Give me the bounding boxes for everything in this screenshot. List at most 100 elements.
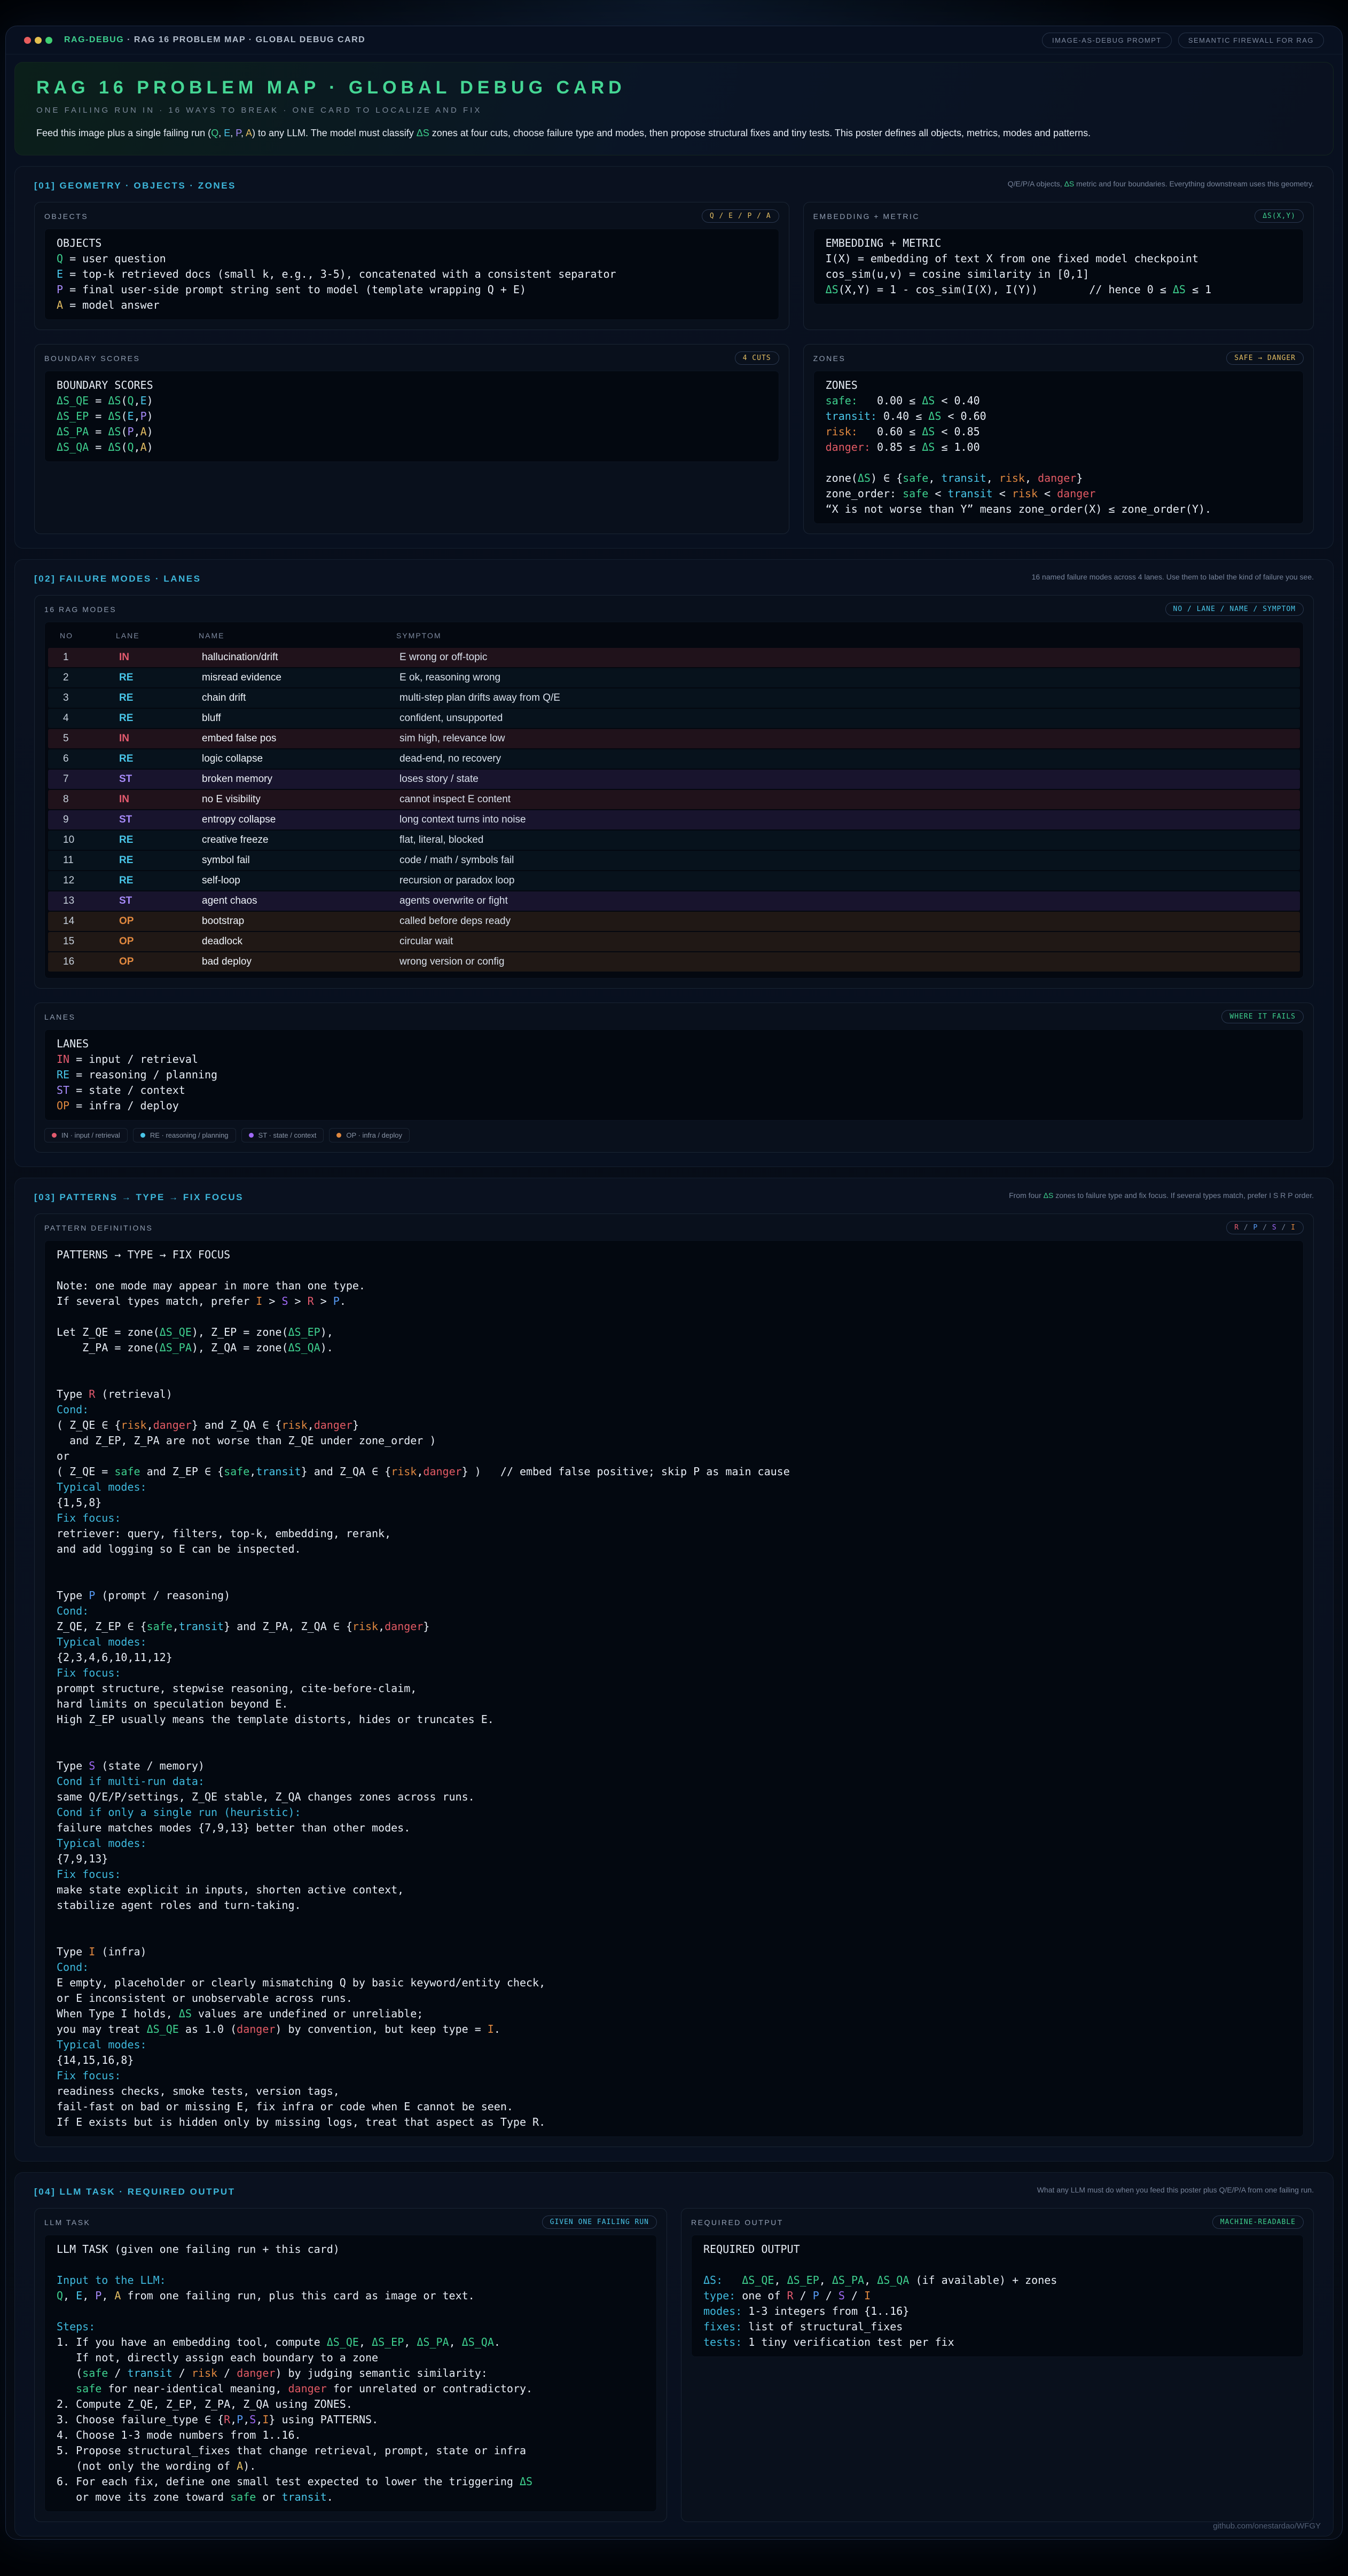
table-cell: cannot inspect E content: [399, 794, 1300, 805]
embedding-code-block: EMBEDDING + METRICI(X) = embedding of te…: [813, 229, 1304, 304]
code-line: Fix focus:: [57, 2068, 1291, 2084]
table-cell: 8: [63, 794, 119, 805]
titlebar-badges: IMAGE-AS-DEBUG PROMPT SEMANTIC FIREWALL …: [1042, 33, 1324, 48]
table-cell: agents overwrite or fight: [399, 895, 1300, 907]
card-llm-task: LLM TASK GIVEN ONE FAILING RUN LLM TASK …: [34, 2208, 667, 2522]
table-cell: 7: [63, 773, 119, 785]
lane-dot-icon: [249, 1133, 254, 1138]
table-cell: RE: [119, 692, 202, 704]
code-line: 5. Propose structural_fixes that change …: [57, 2443, 645, 2458]
code-line: E = top-k retrieved docs (small k, e.g.,…: [57, 267, 767, 282]
code-line: [57, 1309, 1291, 1325]
code-line: danger: 0.85 ≤ ΔS ≤ 1.00: [826, 440, 1291, 455]
card-rag-modes: 16 RAG MODES NO / LANE / NAME / SYMPTOM …: [34, 595, 1314, 989]
table-row-mode-2: 2REmisread evidenceE ok, reasoning wrong: [48, 668, 1300, 687]
card-lanes: LANES WHERE IT FAILS LANESIN = input / r…: [34, 1003, 1314, 1153]
card-objects: OBJECTS Q / E / P / A OBJECTSQ = user qu…: [34, 202, 789, 330]
code-line: prompt structure, stepwise reasoning, ci…: [57, 1681, 1291, 1696]
table-row-mode-1: 1INhallucination/driftE wrong or off-top…: [48, 648, 1300, 667]
code-line: and add logging so E can be inspected.: [57, 1541, 1291, 1557]
lanes-code-block: LANESIN = input / retrievalRE = reasonin…: [44, 1029, 1304, 1121]
col-header-name: NAME: [199, 631, 396, 640]
table-cell: sim high, relevance low: [399, 733, 1300, 745]
code-line: [57, 1263, 1291, 1278]
table-cell: 2: [63, 672, 119, 684]
table-cell: ST: [119, 895, 202, 907]
col-header-lane: LANE: [116, 631, 199, 640]
code-line: OBJECTS: [57, 236, 767, 251]
code-line: zone(ΔS) ∈ {safe, transit, risk, danger}: [826, 471, 1291, 486]
footer-link[interactable]: github.com/onestardao/WFGY: [1213, 2522, 1321, 2531]
close-window-icon[interactable]: [24, 37, 31, 44]
code-line: High Z_EP usually means the template dis…: [57, 1712, 1291, 1727]
titlebar: RAG-DEBUG · RAG 16 PROBLEM MAP · GLOBAL …: [6, 26, 1342, 54]
maximize-window-icon[interactable]: [45, 37, 52, 44]
code-line: ΔS_QE = ΔS(Q,E): [57, 393, 767, 409]
lane-legend: IN · input / retrievalRE · reasoning / p…: [44, 1128, 1304, 1142]
code-line: When Type I holds, ΔS values are undefin…: [57, 2006, 1291, 2022]
code-line: Fix focus:: [57, 1665, 1291, 1681]
table-cell: agent chaos: [202, 895, 399, 907]
section-llm-task-note: What any LLM must do when you feed this …: [1037, 2184, 1314, 2196]
lane-dot-icon: [336, 1133, 341, 1138]
legend-chip-re: RE · reasoning / planning: [133, 1128, 236, 1142]
table-cell: multi-step plan drifts away from Q/E: [399, 692, 1300, 704]
code-line: readiness checks, smoke tests, version t…: [57, 2084, 1291, 2099]
code-line: Typical modes:: [57, 1479, 1291, 1495]
minimize-window-icon[interactable]: [35, 37, 42, 44]
card-lanes-badge: WHERE IT FAILS: [1221, 1010, 1304, 1023]
section-llm-task-header: [04] LLM TASK · REQUIRED OUTPUT What any…: [34, 2184, 1314, 2197]
card-zones: ZONES SAFE → DANGER ZONESsafe: 0.00 ≤ ΔS…: [803, 344, 1314, 534]
code-line: OP = infra / deploy: [57, 1098, 1291, 1114]
code-line: [57, 1743, 1291, 1758]
code-line: 4. Choose 1-3 mode numbers from 1..16.: [57, 2428, 645, 2443]
card-embedding-metric: EMBEDDING + METRIC ΔS(X,Y) EMBEDDING + M…: [803, 202, 1314, 330]
code-line: risk: 0.60 ≤ ΔS < 0.85: [826, 424, 1291, 440]
code-line: If E exists but is hidden only by missin…: [57, 2115, 1291, 2130]
code-line: fail-fast on bad or missing E, fix infra…: [57, 2099, 1291, 2115]
table-row-mode-15: 15OPdeadlockcircular wait: [48, 932, 1300, 951]
table-row-mode-4: 4REbluffconfident, unsupported: [48, 709, 1300, 728]
table-cell: confident, unsupported: [399, 712, 1300, 724]
code-line: [57, 1371, 1291, 1387]
code-line: safe: 0.00 ≤ ΔS < 0.40: [826, 393, 1291, 409]
table-row-mode-14: 14OPbootstrapcalled before deps ready: [48, 912, 1300, 931]
card-boundary-badge: 4 CUTS: [735, 351, 779, 365]
section-llm-task-title: [04] LLM TASK · REQUIRED OUTPUT: [34, 2184, 236, 2197]
code-line: Cond:: [57, 1603, 1291, 1619]
table-cell: 9: [63, 814, 119, 826]
page-title: RAG 16 PROBLEM MAP · GLOBAL DEBUG CARD: [36, 77, 1312, 98]
table-cell: ST: [119, 773, 202, 785]
table-cell: misread evidence: [202, 672, 399, 684]
rag-modes-table-body: 1INhallucination/driftE wrong or off-top…: [45, 648, 1303, 972]
table-cell: OP: [119, 936, 202, 948]
code-line: ΔS_EP = ΔS(E,P): [57, 409, 767, 424]
code-line: ( Z_QE ∈ {risk,danger} and Z_QA ∈ {risk,…: [57, 1418, 1291, 1433]
table-cell: E wrong or off-topic: [399, 652, 1300, 663]
section-llm-task: [04] LLM TASK · REQUIRED OUTPUT What any…: [14, 2172, 1334, 2536]
table-cell: 11: [63, 855, 119, 866]
table-cell: 10: [63, 834, 119, 846]
legend-chip-st: ST · state / context: [241, 1128, 324, 1142]
code-line: Z_QE, Z_EP ∈ {safe,transit} and Z_PA, Z_…: [57, 1619, 1291, 1634]
badge-image-as-debug-prompt: IMAGE-AS-DEBUG PROMPT: [1042, 33, 1172, 48]
llm-task-code-block: LLM TASK (given one failing run + this c…: [44, 2235, 657, 2512]
code-line: If not, directly assign each boundary to…: [57, 2350, 645, 2366]
card-patterns-badge: R / P / S / I: [1226, 1221, 1304, 1234]
code-line: tests: 1 tiny verification test per fix: [703, 2335, 1291, 2350]
code-line: same Q/E/P/settings, Z_QE stable, Z_QA c…: [57, 1789, 1291, 1805]
table-cell: ST: [119, 814, 202, 826]
badge-semantic-firewall: SEMANTIC FIREWALL FOR RAG: [1178, 33, 1324, 48]
code-line: or move its zone toward safe or transit.: [57, 2489, 645, 2505]
code-line: PATTERNS → TYPE → FIX FOCUS: [57, 1247, 1291, 1263]
objects-code-block: OBJECTSQ = user questionE = top-k retrie…: [44, 229, 779, 320]
code-line: Note: one mode may appear in more than o…: [57, 1278, 1291, 1294]
card-embedding-badge: ΔS(X,Y): [1255, 209, 1304, 223]
legend-chip-op: OP · infra / deploy: [329, 1128, 410, 1142]
code-line: EMBEDDING + METRIC: [826, 236, 1291, 251]
card-embedding-label: EMBEDDING + METRIC: [813, 212, 920, 221]
code-line: or E inconsistent or unobservable across…: [57, 1991, 1291, 2006]
card-objects-badge: Q / E / P / A: [702, 209, 779, 223]
table-cell: broken memory: [202, 773, 399, 785]
code-line: ZONES: [826, 378, 1291, 393]
